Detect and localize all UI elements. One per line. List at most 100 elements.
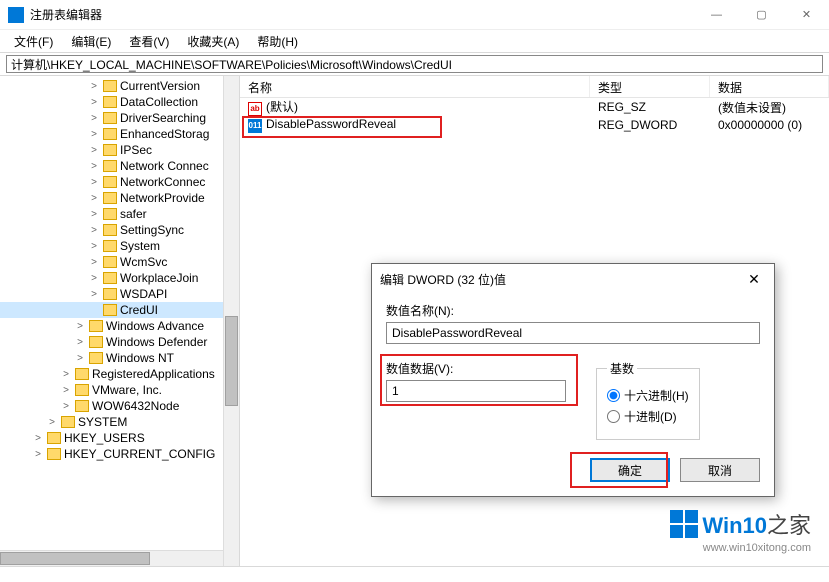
tree-item[interactable]: >NetworkConnec [0,174,239,190]
expand-icon[interactable]: > [74,321,86,332]
tree-item[interactable]: >WcmSvc [0,254,239,270]
titlebar: 注册表编辑器 — ▢ ✕ [0,0,829,30]
folder-icon [103,240,117,252]
expand-icon[interactable]: > [74,337,86,348]
tree-item-label: EnhancedStorag [120,127,209,141]
folder-icon [103,176,117,188]
tree-item[interactable]: >CurrentVersion [0,78,239,94]
tree-item[interactable]: > SettingSync [0,222,239,238]
tree-item[interactable]: > IPSec [0,142,239,158]
value-type: REG_SZ [590,99,710,115]
folder-icon [75,368,89,380]
tree-item-label: SYSTEM [78,415,127,429]
tree-item[interactable]: >Network Connec [0,158,239,174]
radio-hex-label: 十六进制(H) [624,387,689,404]
value-data-input[interactable] [386,380,566,402]
folder-icon [103,80,117,92]
tree-item[interactable]: CredUI [0,302,239,318]
minimize-button[interactable]: — [694,0,739,30]
expand-icon[interactable]: > [88,225,100,236]
tree-item[interactable]: >WorkplaceJoin [0,270,239,286]
expand-icon[interactable]: > [88,129,100,140]
tree-item[interactable]: >System [0,238,239,254]
expand-icon[interactable]: > [88,193,100,204]
menu-view[interactable]: 查看(V) [121,31,177,52]
folder-icon [47,448,61,460]
registry-value-row[interactable]: ab(默认)REG_SZ(数值未设置) [240,98,829,116]
expand-icon[interactable]: > [88,81,100,92]
tree-item[interactable]: > SYSTEM [0,414,239,430]
tree-item[interactable]: >DataCollection [0,94,239,110]
value-name-input[interactable] [386,322,760,344]
menu-edit[interactable]: 编辑(E) [63,31,119,52]
maximize-button[interactable]: ▢ [739,0,784,30]
radio-hex[interactable] [607,389,620,402]
edit-dword-dialog: 编辑 DWORD (32 位)值 ✕ 数值名称(N): 数值数据(V): 基数 … [371,263,775,497]
tree-scrollbar-vertical[interactable] [223,76,239,566]
tree-item[interactable]: >RegisteredApplications [0,366,239,382]
tree-item[interactable]: >WOW6432Node [0,398,239,414]
tree-item-label: DriverSearching [120,111,206,125]
expand-icon[interactable]: > [46,417,58,428]
tree-scrollbar-horizontal[interactable] [0,550,223,566]
menu-help[interactable]: 帮助(H) [249,31,306,52]
expand-icon[interactable]: > [88,209,100,220]
expand-icon[interactable]: > [88,113,100,124]
folder-icon [103,256,117,268]
tree-item-label: SettingSync [120,223,184,237]
close-button[interactable]: ✕ [784,0,829,30]
expand-icon[interactable]: > [88,97,100,108]
tree-item[interactable]: >Windows Defender [0,334,239,350]
folder-icon [103,304,117,316]
expand-icon[interactable]: > [88,289,100,300]
expand-icon[interactable]: > [88,177,100,188]
tree-item-label: IPSec [120,143,152,157]
statusbar [0,566,829,580]
expand-icon[interactable]: > [88,241,100,252]
folder-icon [103,192,117,204]
scrollbar-thumb[interactable] [225,316,238,406]
expand-icon[interactable]: > [60,401,72,412]
menu-favorites[interactable]: 收藏夹(A) [179,31,247,52]
expand-icon[interactable]: > [32,449,44,460]
column-data[interactable]: 数据 [710,76,829,97]
tree-item[interactable]: > WSDAPI [0,286,239,302]
menu-file[interactable]: 文件(F) [6,31,61,52]
expand-icon[interactable]: > [88,145,100,156]
folder-icon [47,432,61,444]
address-bar [0,52,829,76]
cancel-button[interactable]: 取消 [680,458,760,482]
value-data-label: 数值数据(V): [386,360,576,377]
expand-icon[interactable]: > [88,273,100,284]
dialog-title: 编辑 DWORD (32 位)值 [380,271,742,288]
expand-icon[interactable]: > [88,257,100,268]
tree-item[interactable]: >VMware, Inc. [0,382,239,398]
tree-item[interactable]: >HKEY_USERS [0,430,239,446]
tree-item-label: HKEY_CURRENT_CONFIG [64,447,215,461]
ok-button[interactable]: 确定 [590,458,670,482]
dialog-close-button[interactable]: ✕ [742,271,766,288]
expand-icon[interactable]: > [32,433,44,444]
tree-item[interactable]: > EnhancedStorag [0,126,239,142]
address-input[interactable] [6,55,823,73]
column-type[interactable]: 类型 [590,76,710,97]
expand-icon[interactable]: > [88,161,100,172]
tree-item[interactable]: > DriverSearching [0,110,239,126]
radio-dec[interactable] [607,410,620,423]
window-title: 注册表编辑器 [30,6,694,23]
base-fieldset: 基数 十六进制(H) 十进制(D) [596,360,700,440]
tree-item[interactable]: > safer [0,206,239,222]
tree-item[interactable]: >Windows Advance [0,318,239,334]
tree-item-label: safer [120,207,147,221]
column-name[interactable]: 名称 [240,76,590,97]
expand-icon[interactable]: > [60,385,72,396]
expand-icon[interactable]: > [60,369,72,380]
tree-item-label: WSDAPI [120,287,167,301]
tree-item[interactable]: >Windows NT [0,350,239,366]
scrollbar-thumb[interactable] [0,552,150,565]
expand-icon[interactable]: > [74,353,86,364]
tree-item[interactable]: > HKEY_CURRENT_CONFIG [0,446,239,462]
registry-value-row[interactable]: 011DisablePasswordRevealREG_DWORD0x00000… [240,116,829,134]
value-data: (数值未设置) [710,98,829,117]
tree-item[interactable]: >NetworkProvide [0,190,239,206]
